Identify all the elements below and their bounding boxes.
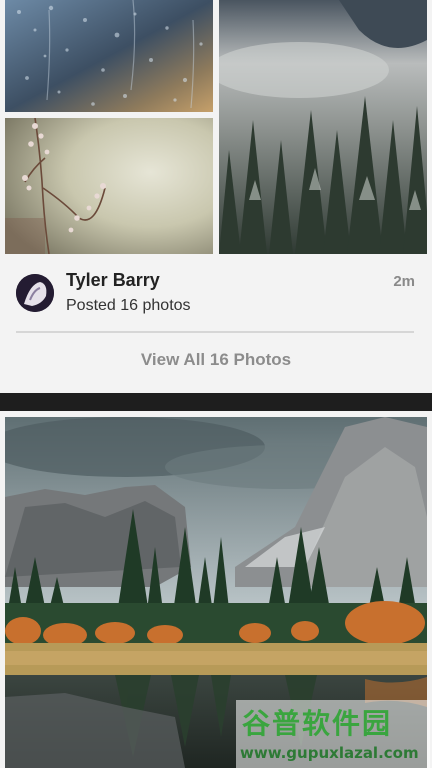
watermark-title: 谷普软件园 bbox=[242, 707, 393, 740]
post-timestamp: 2m bbox=[393, 273, 415, 290]
photo-post-card: Tyler Barry Posted 16 photos 2m View All… bbox=[0, 0, 432, 393]
post-description: Posted 16 photos bbox=[66, 297, 191, 314]
photo-thumbnail-rain[interactable] bbox=[5, 0, 213, 112]
watermark-logo: 谷普软件园 www.gupuxlazal.com bbox=[236, 700, 430, 768]
watermark-url: www.gupuxlazal.com bbox=[240, 744, 419, 762]
divider bbox=[16, 331, 414, 333]
photo-thumbnail-blossom[interactable] bbox=[5, 118, 213, 254]
view-all-photos-button[interactable]: View All 16 Photos bbox=[0, 350, 432, 370]
author-name[interactable]: Tyler Barry bbox=[66, 270, 160, 291]
author-avatar[interactable] bbox=[16, 274, 54, 312]
photo-thumbnail-forest[interactable] bbox=[219, 0, 427, 254]
